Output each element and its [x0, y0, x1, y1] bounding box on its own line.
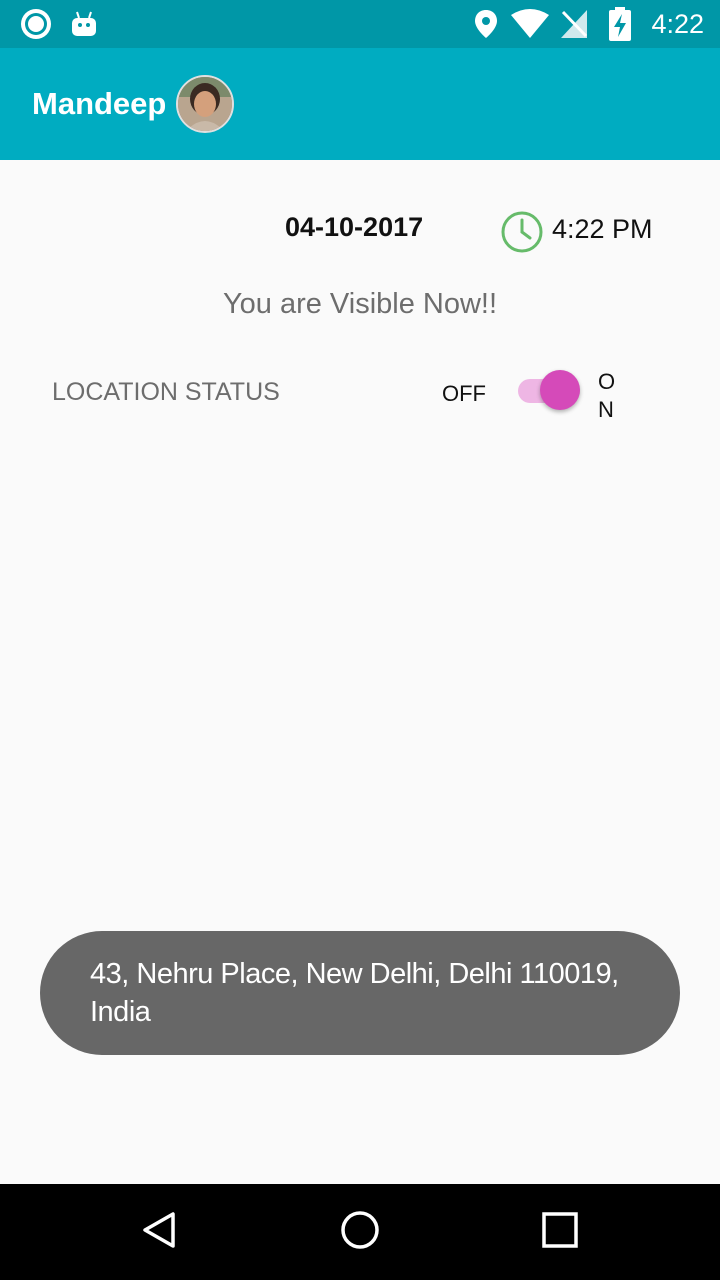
no-sim-icon — [560, 0, 588, 48]
date-text: 04-10-2017 — [285, 212, 424, 242]
app-bar: Mandeep — [0, 48, 720, 160]
android-icon — [70, 0, 98, 48]
status-time: 4:22 — [651, 9, 704, 39]
recents-icon — [541, 1211, 579, 1254]
recents-button[interactable] — [512, 1184, 608, 1280]
app-title: Mandeep — [32, 86, 167, 121]
switch-thumb — [540, 370, 580, 410]
back-icon — [140, 1210, 180, 1255]
clock-icon — [500, 210, 544, 259]
notification-ring-icon — [18, 0, 54, 48]
time-text: 4:22 PM — [552, 214, 653, 244]
status-bar: 4:22 — [0, 0, 720, 48]
off-label: OFF — [442, 381, 486, 406]
navigation-bar — [0, 1184, 720, 1280]
toast-text: 43, Nehru Place, New Delhi, Delhi 110019… — [90, 958, 619, 1028]
battery-charging-icon — [608, 0, 632, 48]
location-icon — [474, 0, 498, 48]
location-toggle-switch[interactable] — [516, 370, 586, 410]
on-label: ON — [598, 369, 616, 422]
location-status-label: LOCATION STATUS — [52, 378, 280, 406]
avatar[interactable] — [176, 75, 234, 133]
home-button[interactable] — [312, 1184, 408, 1280]
address-toast: 43, Nehru Place, New Delhi, Delhi 110019… — [40, 931, 680, 1055]
wifi-icon — [510, 0, 550, 48]
back-button[interactable] — [112, 1184, 208, 1280]
home-icon — [339, 1209, 381, 1256]
visibility-message: You are Visible Now!! — [222, 288, 498, 320]
